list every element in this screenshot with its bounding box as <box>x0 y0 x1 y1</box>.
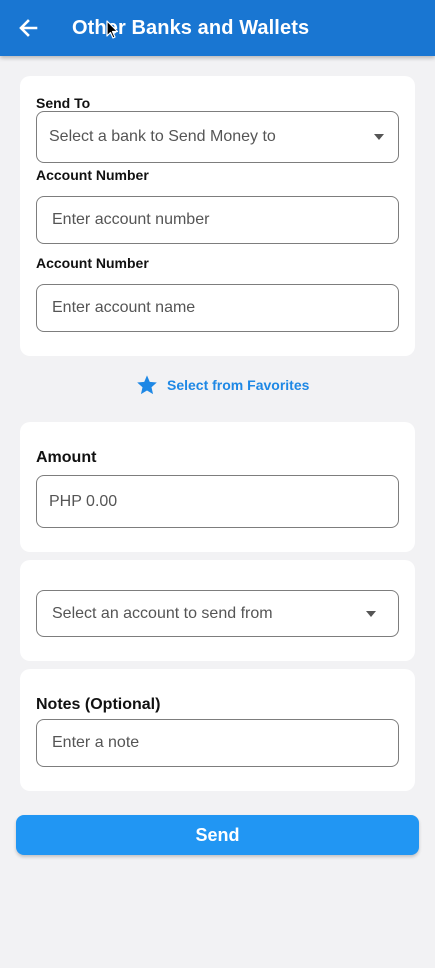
bank-select-placeholder: Select a bank to Send Money to <box>49 128 276 145</box>
back-button[interactable] <box>14 14 42 42</box>
account-number-label: Account Number <box>36 167 149 183</box>
account-name-label: Account Number <box>36 255 149 271</box>
notes-field[interactable] <box>36 719 399 767</box>
notes-card: Notes (Optional) <box>20 669 415 791</box>
star-icon <box>137 375 157 395</box>
send-to-label: Send To <box>36 95 91 111</box>
amount-label: Amount <box>36 449 97 466</box>
source-account-placeholder: Select an account to send from <box>52 604 273 622</box>
account-number-input[interactable] <box>37 211 398 229</box>
account-number-field[interactable] <box>36 196 399 244</box>
dropdown-caret-icon <box>366 610 376 617</box>
account-name-input[interactable] <box>37 299 398 317</box>
amount-input[interactable] <box>37 492 398 511</box>
notes-label: Notes (Optional) <box>36 696 161 713</box>
source-account-card: Select an account to send from <box>20 560 415 661</box>
app-bar: Other Banks and Wallets <box>0 0 435 56</box>
bank-select[interactable]: Select a bank to Send Money to <box>36 111 399 163</box>
arrow-left-icon <box>19 19 38 37</box>
select-favorites-link[interactable]: Select from Favorites <box>136 374 309 396</box>
account-name-field[interactable] <box>36 284 399 332</box>
notes-input[interactable] <box>37 734 398 752</box>
dropdown-caret-icon <box>374 134 384 140</box>
mouse-pointer-icon <box>106 20 119 39</box>
select-favorites-label: Select from Favorites <box>167 377 310 393</box>
send-button[interactable]: Send <box>16 815 419 855</box>
amount-card: Amount <box>20 422 415 552</box>
recipient-card: Send To Select a bank to Send Money to A… <box>20 76 415 356</box>
amount-field[interactable] <box>36 475 399 528</box>
source-account-select[interactable]: Select an account to send from <box>36 590 399 637</box>
